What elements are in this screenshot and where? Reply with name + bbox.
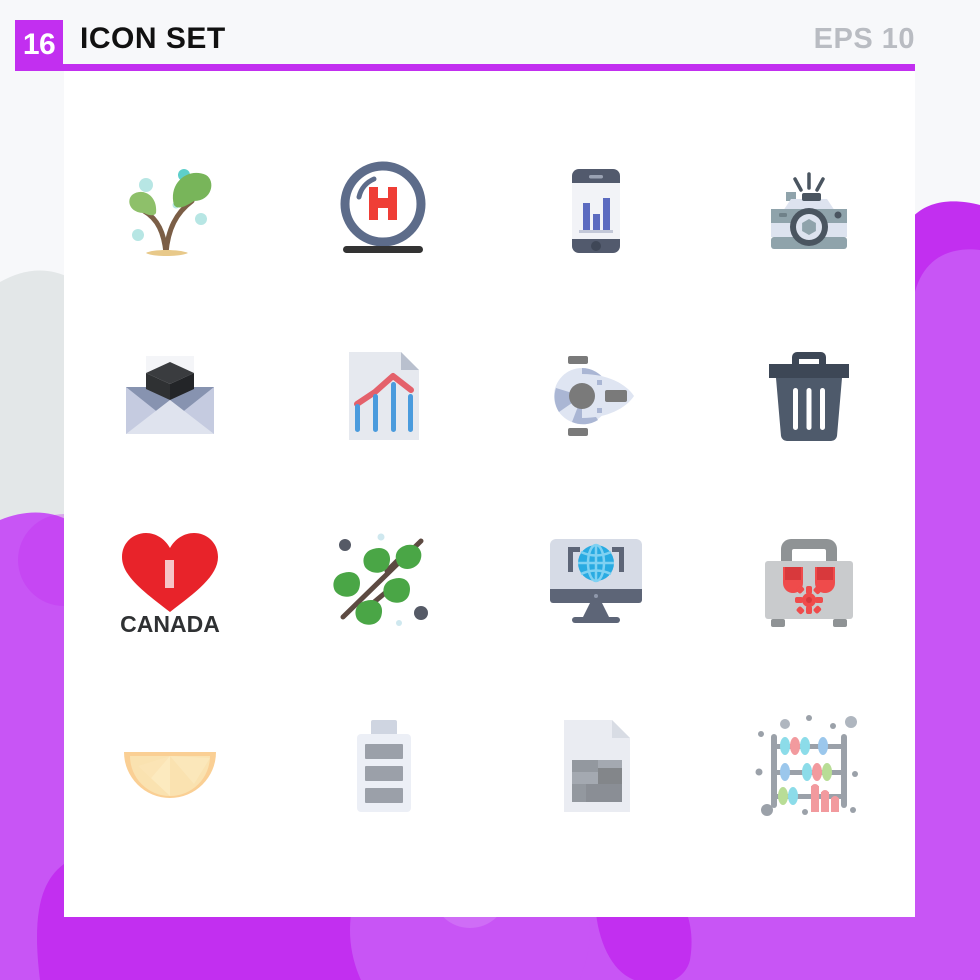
icon-cell-global-monitor[interactable] (490, 488, 703, 673)
icon-cell-hair-dryer-blower[interactable] (490, 303, 703, 488)
icon-cell-graduation-mail[interactable] (64, 303, 277, 488)
icon-cell-camera-flash[interactable] (702, 118, 915, 303)
sprout-plant-icon (129, 168, 212, 256)
icon-cell-orange-slice[interactable] (64, 673, 277, 858)
icon-cell-i-love-canada[interactable]: CANADA (64, 488, 277, 673)
icon-grid: CANADA (64, 118, 915, 858)
mobile-bar-chart-icon (571, 168, 620, 253)
page-title: ICON SET (80, 22, 226, 55)
icon-cell-image-file[interactable] (490, 673, 703, 858)
trash-bin-icon (768, 351, 849, 441)
battery-level-icon (357, 719, 412, 812)
helipad-hospital-icon (340, 161, 426, 253)
abacus-icon (755, 714, 858, 816)
icon-cell-abacus[interactable] (702, 673, 915, 858)
icon-count-badge: 16 (15, 20, 63, 70)
icon-cell-battery-level[interactable] (277, 673, 490, 858)
icon-cell-helipad-hospital[interactable] (277, 118, 490, 303)
hair-dryer-blower-icon (553, 355, 634, 436)
icon-cell-sprout-plant[interactable] (64, 118, 277, 303)
report-chart-file-icon (349, 351, 420, 440)
i-love-canada-icon: CANADA (121, 532, 221, 636)
icon-cell-report-chart-file[interactable] (277, 303, 490, 488)
leaves-branch-icon (333, 533, 429, 626)
format-label: EPS 10 (813, 23, 915, 55)
icon-cell-leaves-branch[interactable] (277, 488, 490, 673)
icon-cell-trash-bin[interactable] (702, 303, 915, 488)
orange-slice-icon (124, 751, 217, 798)
first-aid-toolbox-icon (764, 538, 853, 627)
header-rule (15, 64, 915, 71)
icon-cell-first-aid-toolbox[interactable] (702, 488, 915, 673)
icon-cell-mobile-bar-chart[interactable] (490, 118, 703, 303)
canada-label: CANADA (121, 611, 221, 636)
global-monitor-icon (549, 538, 642, 623)
image-file-icon (563, 719, 630, 812)
graduation-mail-icon (126, 355, 215, 434)
camera-flash-icon (770, 171, 847, 249)
header: 16 ICON SET EPS 10 (0, 0, 980, 72)
